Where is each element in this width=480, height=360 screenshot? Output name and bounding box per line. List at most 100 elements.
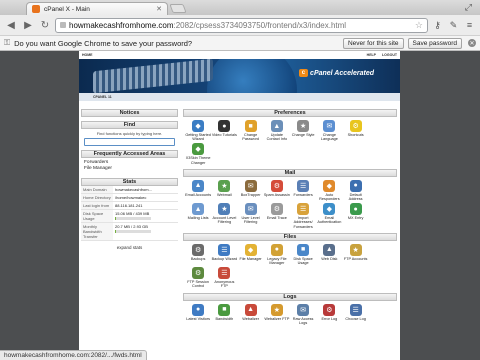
account-filter-icon[interactable]: ★ — [218, 203, 231, 216]
feature-mx[interactable]: ● MX Entry — [343, 203, 369, 229]
feature-theme[interactable]: ◆ X3Skin Theme Changer — [185, 143, 211, 165]
feature-label[interactable]: Disk Space Usage — [290, 257, 316, 265]
feature-wizard[interactable]: ◆ Getting Started Wizard — [185, 120, 211, 141]
password-key-icon[interactable]: ⚷ — [431, 19, 444, 32]
feature-anonymous-ftp[interactable]: ☰ Anonymous FTP — [211, 267, 237, 288]
feature-label[interactable]: Spam Assassin — [264, 193, 290, 197]
feature-style[interactable]: ★ Change Style — [290, 120, 316, 141]
feature-label[interactable]: Auto Responders — [316, 193, 342, 201]
feature-label[interactable]: Email Accounts — [185, 193, 211, 197]
default-address-icon[interactable]: ● — [349, 179, 362, 192]
logout-link[interactable]: LOGOUT — [382, 53, 397, 57]
spam-icon[interactable]: ⚙ — [270, 179, 283, 192]
feature-label[interactable]: BoxTrapper — [241, 193, 261, 197]
feature-label[interactable]: Change Style — [292, 133, 315, 137]
forwarders-icon[interactable]: ☰ — [297, 179, 310, 192]
webdisk-icon[interactable]: ▲ — [323, 243, 336, 256]
feature-boxtrapper[interactable]: ✉ BoxTrapper — [238, 179, 264, 201]
feature-label[interactable]: Error Log — [321, 317, 337, 321]
window-restore-icon[interactable]: ⤢ — [465, 2, 472, 13]
shortcuts-icon[interactable]: ⚙ — [349, 120, 362, 132]
feature-label[interactable]: Webmail — [217, 193, 232, 197]
feature-label[interactable]: Raw Access Logs — [290, 317, 316, 325]
feature-ftp-session[interactable]: ⚙ FTP Session Control — [185, 267, 211, 288]
feature-webalizer[interactable]: ▲ Webalizer — [238, 303, 264, 325]
feature-account-filter[interactable]: ★ Account Level Filtering — [211, 203, 237, 229]
feature-ftp[interactable]: ★ FTP Accounts — [343, 243, 369, 265]
boxtrapper-icon[interactable]: ✉ — [244, 179, 257, 192]
feature-webalizer-ftp[interactable]: ★ Webalizer FTP — [264, 303, 290, 325]
feature-label[interactable]: Backups — [191, 257, 206, 261]
disk-icon[interactable]: ■ — [297, 243, 310, 256]
new-tab-button[interactable] — [169, 4, 187, 13]
feature-disk[interactable]: ■ Disk Space Usage — [290, 243, 316, 265]
feature-raw-logs[interactable]: ✉ Raw Access Logs — [290, 303, 316, 325]
feature-label[interactable]: Default Address — [343, 193, 369, 201]
help-link[interactable]: HELP — [367, 53, 376, 57]
feature-visitors[interactable]: ● Latest Visitors — [185, 303, 211, 325]
feature-label[interactable]: FTP Session Control — [185, 280, 211, 288]
contact-icon[interactable]: ▲ — [270, 120, 283, 132]
webalizer-icon[interactable]: ▲ — [244, 303, 257, 316]
feature-label[interactable]: X3Skin Theme Changer — [185, 156, 211, 164]
anonymous-ftp-icon[interactable]: ☰ — [218, 267, 231, 280]
expand-stats-link[interactable]: expand stats — [81, 241, 178, 254]
feature-backup-wizard[interactable]: ☰ Backup Wizard — [211, 243, 237, 265]
style-icon[interactable]: ★ — [297, 120, 310, 132]
ftp-icon[interactable]: ★ — [349, 243, 362, 256]
feature-default-address[interactable]: ● Default Address — [343, 179, 369, 201]
bandwidth-icon[interactable]: ■ — [218, 303, 231, 316]
bookmark-star-icon[interactable]: ☆ — [415, 20, 423, 31]
feature-label[interactable]: Mailing Lists — [188, 216, 209, 220]
feature-video[interactable]: ● Video Tutorials — [211, 120, 237, 141]
feature-legacy-fm[interactable]: ● Legacy File Manager — [264, 243, 290, 265]
back-icon[interactable]: ◀ — [4, 18, 18, 32]
mx-icon[interactable]: ● — [349, 203, 362, 216]
feature-user-filter[interactable]: ✉ User Level Filtering — [238, 203, 264, 229]
feature-language[interactable]: ✉ Change Language — [316, 120, 342, 141]
extension-icon[interactable]: ✎ — [447, 19, 460, 32]
user-filter-icon[interactable]: ✉ — [244, 203, 257, 216]
feature-label[interactable]: Update Contact Info — [264, 133, 290, 141]
import-icon[interactable]: ☰ — [297, 203, 310, 216]
language-icon[interactable]: ✉ — [323, 120, 336, 132]
feature-label[interactable]: Anonymous FTP — [211, 280, 237, 288]
feature-error-log[interactable]: ⚙ Error Log — [316, 303, 342, 325]
feature-file-manager[interactable]: ◆ File Manager — [238, 243, 264, 265]
trace-icon[interactable]: ⚙ — [270, 203, 283, 216]
feature-import[interactable]: ☰ Import Addresses/ Forwarders — [290, 203, 316, 229]
error-log-icon[interactable]: ⚙ — [323, 303, 336, 316]
section-header[interactable]: Logs — [183, 292, 397, 301]
feature-auth[interactable]: ◆ Email Authentication — [316, 203, 342, 229]
password-icon[interactable]: ■ — [244, 120, 257, 132]
visitors-icon[interactable]: ● — [192, 303, 205, 316]
home-link[interactable]: HOME — [82, 53, 93, 57]
section-header[interactable]: Mail — [183, 168, 397, 177]
feature-contact[interactable]: ▲ Update Contact Info — [264, 120, 290, 141]
theme-icon[interactable]: ◆ — [192, 143, 205, 156]
feature-label[interactable]: Latest Visitors — [186, 317, 210, 321]
feature-label[interactable]: Email Authentication — [316, 216, 342, 224]
autoresponder-icon[interactable]: ◆ — [323, 179, 336, 192]
feature-label[interactable]: Change Language — [316, 133, 342, 141]
feature-label[interactable]: Choose Log — [345, 317, 365, 321]
feature-label[interactable]: Shortcuts — [348, 133, 364, 137]
feature-bandwidth[interactable]: ■ Bandwidth — [211, 303, 237, 325]
feature-label[interactable]: Forwarders — [294, 193, 313, 197]
auth-icon[interactable]: ◆ — [323, 203, 336, 216]
backup-wizard-icon[interactable]: ☰ — [218, 243, 231, 256]
feature-autoresponder[interactable]: ◆ Auto Responders — [316, 179, 342, 201]
webalizer-ftp-icon[interactable]: ★ — [270, 303, 283, 316]
feature-label[interactable]: Import Addresses/ Forwarders — [290, 216, 316, 229]
webmail-icon[interactable]: ★ — [218, 179, 231, 192]
feature-label[interactable]: Video Tutorials — [212, 133, 237, 137]
feature-label[interactable]: FTP Accounts — [344, 257, 368, 261]
file-manager-icon[interactable]: ◆ — [244, 243, 257, 256]
section-header[interactable]: Preferences — [183, 109, 397, 117]
feature-label[interactable]: Getting Started Wizard — [185, 133, 211, 141]
feature-password[interactable]: ■ Change Password — [238, 120, 264, 141]
save-password-button[interactable]: Save password — [407, 37, 462, 49]
feature-label[interactable]: MX Entry — [348, 216, 364, 220]
feature-choose-log[interactable]: ☰ Choose Log — [343, 303, 369, 325]
feature-forwarders[interactable]: ☰ Forwarders — [290, 179, 316, 201]
